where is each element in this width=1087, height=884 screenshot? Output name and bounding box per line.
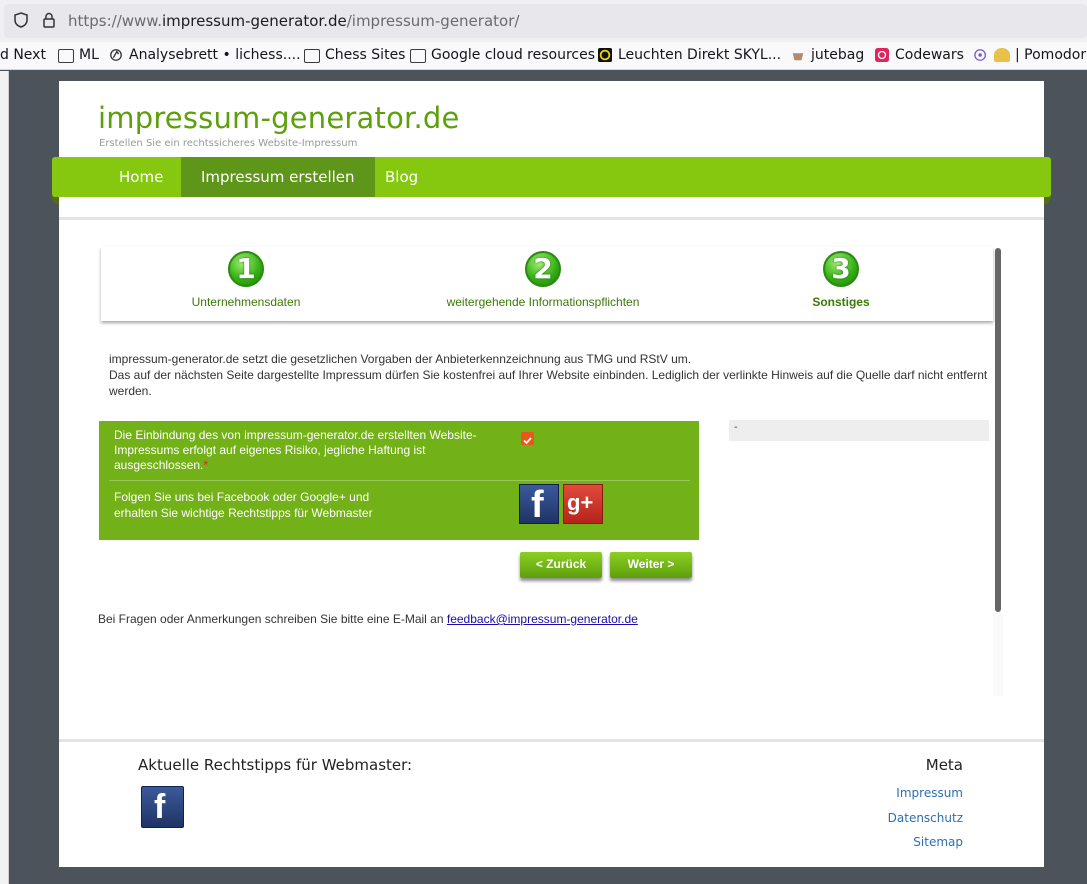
person-icon [994, 48, 1010, 62]
step-label: weitergehende Informationspflichten [446, 295, 640, 309]
bookmark-label: Leuchten Direkt SKYL... [618, 47, 782, 63]
folder-icon [58, 49, 74, 63]
codewars-icon [875, 48, 889, 62]
bookmark-label: Google cloud resources [431, 47, 596, 63]
back-button[interactable]: < Zurück [520, 552, 602, 578]
content-scrollbar-track[interactable] [993, 612, 1003, 696]
url-path: /impressum-generator/ [346, 12, 520, 30]
divider [59, 739, 1044, 742]
bookmark-codewars[interactable]: Codewars [874, 47, 964, 63]
nav-impressum-erstellen[interactable]: Impressum erstellen [181, 157, 375, 197]
bookmark-label: Analysebrett • lichess.... [129, 47, 301, 63]
intro-line-1: impressum-generator.de setzt die gesetzl… [109, 352, 692, 366]
page-container: impressum-generator.de Erstellen Sie ein… [52, 81, 1051, 867]
folder-icon [410, 49, 426, 63]
leuchten-icon [598, 48, 612, 62]
divider [59, 217, 1044, 220]
follow-text: Folgen Sie uns bei Facebook oder Google+… [114, 490, 373, 520]
bookmark-jutebag[interactable]: jutebag [790, 47, 864, 63]
bookmark-label: d Next [0, 47, 46, 63]
url-prefix: https://www. [68, 12, 162, 30]
intro-text: impressum-generator.de setzt die gesetzl… [109, 351, 989, 399]
required-mark: * [203, 458, 209, 472]
step-3[interactable]: 3 Sonstiges [711, 247, 971, 309]
footer-facebook-button[interactable]: f [141, 786, 184, 828]
bookmark-pomodoro[interactable]: | Pomodor [973, 47, 1086, 63]
contact-text: Bei Fragen oder Anmerkungen schreiben Si… [98, 612, 447, 626]
footer-link-impressum[interactable]: Impressum [896, 786, 963, 800]
step-indicator: 1 Unternehmensdaten 2 weitergehende Info… [101, 247, 993, 321]
step-number-badge: 2 [525, 251, 561, 287]
bookmark-leuchten[interactable]: Leuchten Direkt SKYL... [597, 47, 781, 63]
disclaimer-text: Die Einbindung des von impressum-generat… [114, 428, 477, 472]
side-box: - [729, 420, 989, 441]
bookmarks-bar: d Next ML Analysebrett • lichess.... Che… [0, 42, 1087, 70]
feedback-email-link[interactable]: feedback@impressum-generator.de [447, 612, 638, 626]
facebook-icon: f [531, 484, 544, 526]
footer-link-sitemap[interactable]: Sitemap [913, 835, 963, 849]
bookmark-ml[interactable]: ML [58, 47, 99, 63]
step-number-badge: 1 [228, 251, 264, 287]
url-domain: impressum-generator.de [161, 12, 347, 30]
content-scrollbar-thumb[interactable] [995, 248, 1001, 612]
folder-icon [304, 49, 320, 63]
step-label: Unternehmensdaten [191, 295, 301, 309]
step-2[interactable]: 2 weitergehende Informationspflichten [413, 247, 673, 309]
footer-meta-title: Meta [925, 756, 963, 774]
site-tagline: Erstellen Sie ein rechtssicheres Website… [99, 138, 358, 149]
disclaimer-label: Die Einbindung des von impressum-generat… [114, 428, 514, 473]
step-1[interactable]: 1 Unternehmensdaten [116, 247, 376, 309]
main-nav: Home Impressum erstellen Blog [52, 157, 1051, 197]
bookmark-label: ML [79, 47, 99, 63]
options-panel: Die Einbindung des von impressum-generat… [99, 421, 699, 540]
facebook-button[interactable]: f [519, 484, 559, 526]
url-text[interactable]: https://www.impressum-generator.de/impre… [68, 12, 519, 30]
pomodoro-icon [974, 49, 987, 61]
bookmark-chess-sites[interactable]: Chess Sites [304, 47, 405, 63]
bookmark-lichess[interactable]: Analysebrett • lichess.... [108, 47, 301, 63]
bookmark-label: jutebag [811, 47, 865, 63]
step-label: Sonstiges [812, 295, 870, 309]
site-logo[interactable]: impressum-generator.de [98, 101, 460, 135]
bookmark-label: Codewars [895, 47, 964, 63]
divider [109, 480, 690, 481]
lock-icon[interactable] [42, 12, 56, 28]
footer-tips-title: Aktuelle Rechtstipps für Webmaster: [138, 756, 413, 774]
contact-line: Bei Fragen oder Anmerkungen schreiben Si… [98, 612, 638, 626]
googleplus-icon: g+ [567, 490, 594, 515]
googleplus-button[interactable]: g+ [563, 484, 603, 524]
next-button[interactable]: Weiter > [610, 552, 692, 578]
bookmark-google-cloud[interactable]: Google cloud resources [410, 47, 595, 63]
disclaimer-checkbox[interactable] [521, 432, 534, 445]
facebook-icon: f [154, 788, 166, 826]
sidebar-edge [0, 71, 9, 884]
intro-line-2: Das auf der nächsten Seite dargestellte … [109, 368, 988, 398]
checkmark-icon [523, 437, 532, 445]
jutebag-icon [792, 53, 804, 61]
shield-icon[interactable] [14, 12, 28, 28]
bookmark-label: | Pomodor [1015, 47, 1087, 63]
step-number-badge: 3 [823, 251, 859, 287]
bookmark-label: Chess Sites [325, 47, 406, 63]
browser-url-bar: https://www.impressum-generator.de/impre… [0, 0, 1087, 42]
bookmark-next[interactable]: d Next [0, 47, 46, 63]
footer-link-datenschutz[interactable]: Datenschutz [888, 811, 963, 825]
lichess-icon [110, 49, 122, 61]
nav-blog[interactable]: Blog [365, 157, 438, 197]
nav-home[interactable]: Home [99, 157, 183, 197]
